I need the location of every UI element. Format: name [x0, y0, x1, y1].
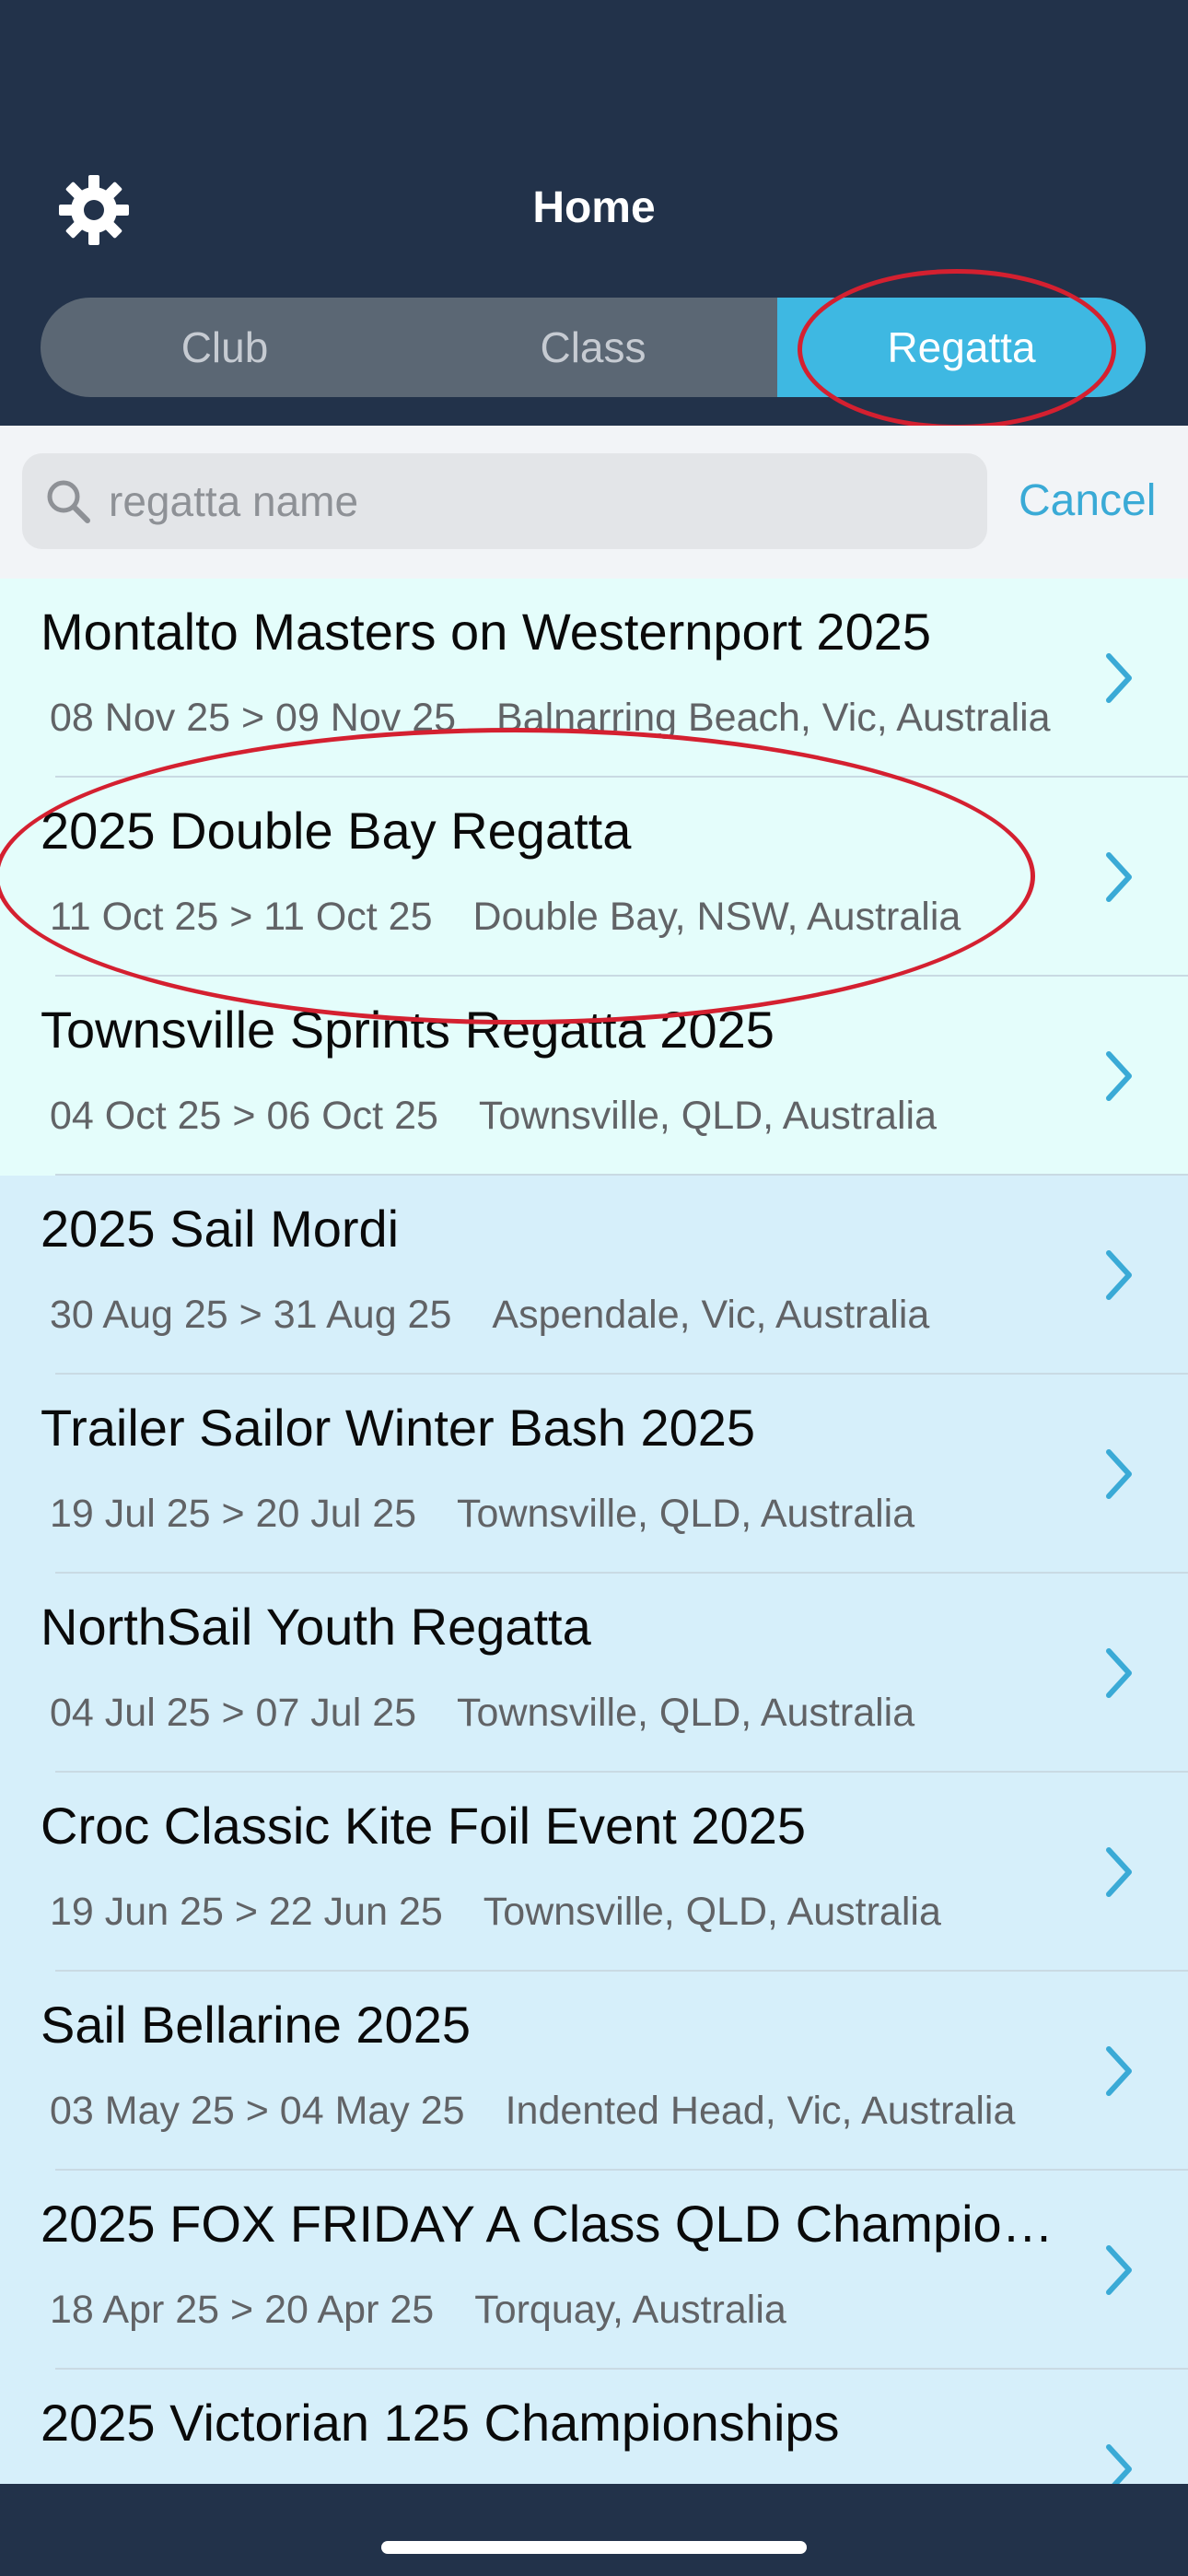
regatta-dates: 30 Aug 25 > 31 Aug 25: [50, 1293, 452, 1337]
page-title: Home: [532, 183, 656, 232]
chevron-right-icon[interactable]: [1101, 1839, 1138, 1905]
chevron-right-icon[interactable]: [1101, 1441, 1138, 1507]
list-item[interactable]: 2025 FOX FRIDAY A Class QLD Championship…: [0, 2171, 1188, 2370]
regatta-location: Balnarring Beach, Vic, Australia: [496, 696, 1051, 740]
regatta-dates: 18 Apr 25 > 20 Apr 25: [50, 2288, 435, 2332]
regatta-name: Townsville Sprints Regatta 2025: [41, 1001, 775, 1059]
regatta-name: 2025 FOX FRIDAY A Class QLD Championship…: [41, 2195, 1063, 2253]
regatta-name: 2025 Double Bay Regatta: [41, 802, 632, 860]
search-input[interactable]: [109, 453, 965, 549]
regatta-location: Torquay, Australia: [474, 2288, 786, 2332]
chevron-right-icon[interactable]: [1101, 1043, 1138, 1109]
regatta-dates-location: 18 Apr 25 > 20 Apr 25 Torquay, Australia: [50, 2283, 786, 2336]
regatta-location: Townsville, QLD, Australia: [457, 1492, 915, 1536]
regatta-dates: 04 Oct 25 > 06 Oct 25: [50, 1094, 438, 1138]
regatta-name: Montalto Masters on Westernport 2025: [41, 603, 932, 661]
regatta-location: Townsville, QLD, Australia: [483, 1890, 941, 1934]
regatta-dates-location: 19 Jun 25 > 22 Jun 25 Townsville, QLD, Au…: [50, 1885, 941, 1938]
header-bar: Home Club Class Regatta: [0, 0, 1188, 429]
chevron-right-icon[interactable]: [1101, 2038, 1138, 2104]
chevron-right-icon[interactable]: [1101, 2237, 1138, 2303]
regatta-location: Aspendale, Vic, Australia: [492, 1293, 930, 1337]
segment-class[interactable]: Class: [409, 298, 777, 397]
regatta-dates-location: 08 Nov 25 > 09 Nov 25 Balnarring Beach, V…: [50, 691, 1051, 744]
regatta-dates-location: 03 May 25 > 04 May 25 Indented Head, Vic,…: [50, 2084, 1015, 2137]
regatta-dates: 19 Jul 25 > 20 Jul 25: [50, 1492, 417, 1536]
chevron-right-icon[interactable]: [1101, 645, 1138, 711]
regatta-dates-location: 30 Aug 25 > 31 Aug 25 Aspendale, Vic, Aus…: [50, 1288, 929, 1341]
segment-club[interactable]: Club: [41, 298, 409, 397]
list-item[interactable]: 2025 Victorian 125 Championships: [0, 2370, 1188, 2484]
regatta-location: Double Bay, NSW, Australia: [472, 895, 961, 939]
list-item[interactable]: NorthSail Youth Regatta 04 Jul 25 > 07 Ju…: [0, 1574, 1188, 1773]
search-field[interactable]: [22, 453, 987, 549]
chevron-right-icon[interactable]: [1101, 1242, 1138, 1308]
list-item[interactable]: Sail Bellarine 2025 03 May 25 > 04 May 25…: [0, 1972, 1188, 2171]
regatta-name: Sail Bellarine 2025: [41, 1996, 471, 2054]
home-indicator[interactable]: [381, 2541, 807, 2554]
search-icon: [47, 480, 90, 523]
list-item[interactable]: Trailer Sailor Winter Bash 2025 19 Jul 25…: [0, 1375, 1188, 1574]
regatta-dates: 19 Jun 25 > 22 Jun 25: [50, 1890, 443, 1934]
home-indicator-bar: [0, 2484, 1188, 2576]
regatta-dates-location: 04 Jul 25 > 07 Jul 25 Townsville, QLD, Au…: [50, 1686, 914, 1739]
regatta-location: Indented Head, Vic, Australia: [505, 2089, 1016, 2133]
regatta-name: 2025 Sail Mordi: [41, 1200, 400, 1258]
regatta-dates: 03 May 25 > 04 May 25: [50, 2089, 465, 2133]
regatta-list[interactable]: Montalto Masters on Westernport 2025 08 N…: [0, 579, 1188, 2484]
list-item[interactable]: Montalto Masters on Westernport 2025 08 N…: [0, 579, 1188, 778]
regatta-dates: 11 Oct 25 > 11 Oct 25: [50, 895, 433, 939]
regatta-dates: 04 Jul 25 > 07 Jul 25: [50, 1691, 417, 1735]
chevron-right-icon[interactable]: [1101, 2436, 1138, 2484]
regatta-dates-location: 19 Jul 25 > 20 Jul 25 Townsville, QLD, Au…: [50, 1487, 914, 1540]
segmented-control: Club Class Regatta: [41, 298, 1146, 397]
regatta-name: 2025 Victorian 125 Championships: [41, 2394, 840, 2452]
list-item[interactable]: Townsville Sprints Regatta 2025 04 Oct 25…: [0, 977, 1188, 1176]
regatta-name: Croc Classic Kite Foil Event 2025: [41, 1797, 807, 1855]
regatta-location: Townsville, QLD, Australia: [457, 1691, 915, 1735]
list-item[interactable]: 2025 Double Bay Regatta 11 Oct 25 > 11 Oc…: [0, 778, 1188, 977]
chevron-right-icon[interactable]: [1101, 1640, 1138, 1706]
regatta-name: Trailer Sailor Winter Bash 2025: [41, 1399, 756, 1457]
segment-regatta[interactable]: Regatta: [777, 298, 1146, 397]
list-item[interactable]: 2025 Sail Mordi 30 Aug 25 > 31 Aug 25 Aspe…: [0, 1176, 1188, 1375]
regatta-dates-location: 11 Oct 25 > 11 Oct 25 Double Bay, NSW, Au…: [50, 890, 961, 943]
regatta-name: NorthSail Youth Regatta: [41, 1598, 591, 1656]
search-bar: Cancel: [0, 426, 1188, 580]
chevron-right-icon[interactable]: [1101, 844, 1138, 910]
regatta-location: Townsville, QLD, Australia: [478, 1094, 937, 1138]
cancel-button[interactable]: Cancel: [1019, 468, 1156, 534]
regatta-dates: 08 Nov 25 > 09 Nov 25: [50, 696, 457, 740]
list-item[interactable]: Croc Classic Kite Foil Event 2025 19 Jun …: [0, 1773, 1188, 1972]
regatta-dates-location: 04 Oct 25 > 06 Oct 25 Townsville, QLD, Au…: [50, 1089, 937, 1142]
